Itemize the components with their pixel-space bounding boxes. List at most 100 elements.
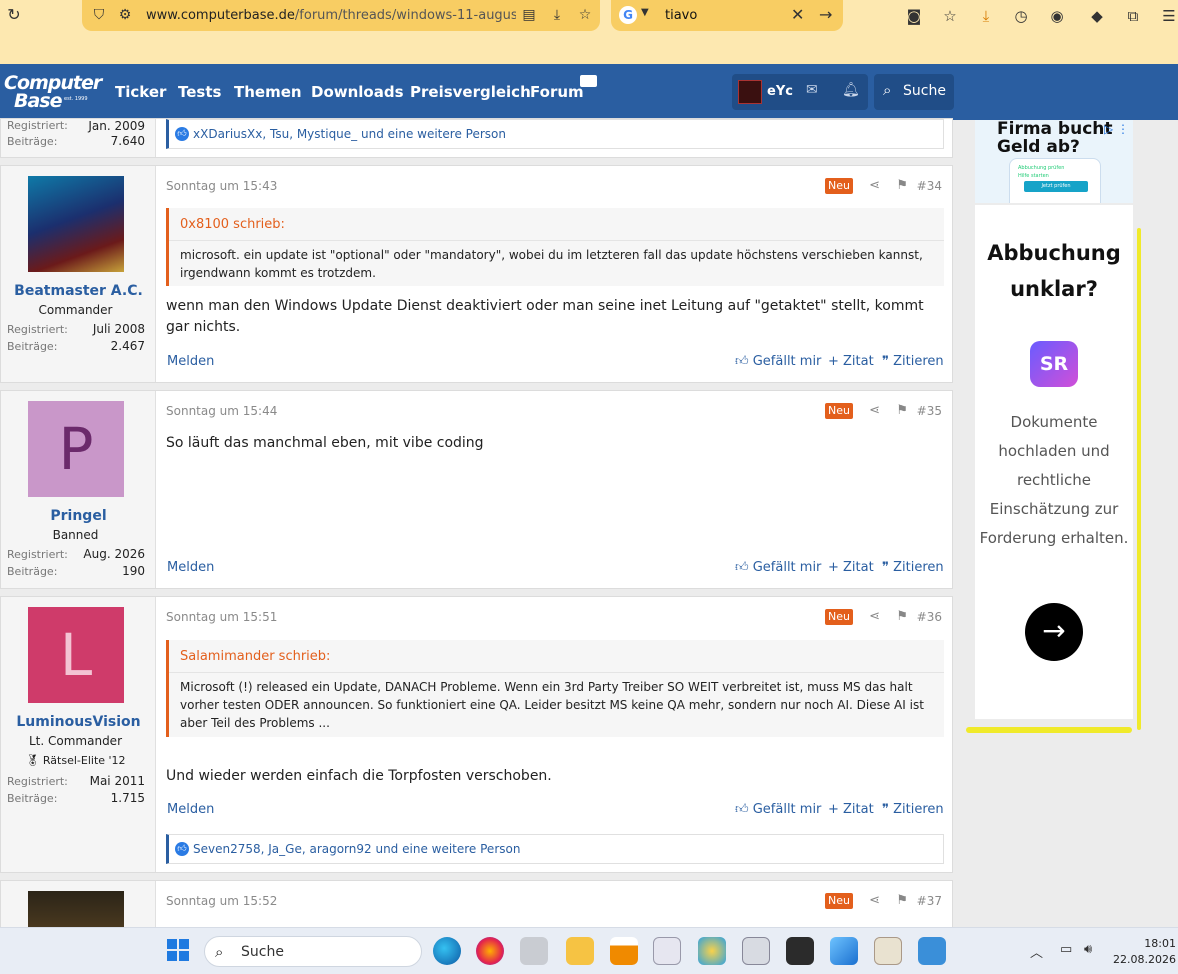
- paint-app-icon[interactable]: [653, 937, 681, 965]
- extensions-puzzle-icon[interactable]: ⧉: [1122, 5, 1144, 27]
- avatar[interactable]: L: [28, 607, 124, 703]
- reply-quote-button[interactable]: ❞ Zitieren: [882, 560, 944, 575]
- user-name[interactable]: eYc: [767, 84, 793, 99]
- nav-ticker[interactable]: Ticker: [115, 83, 166, 101]
- post-time[interactable]: Sonntag um 15:44: [166, 404, 277, 418]
- share-icon[interactable]: ⋖: [869, 893, 880, 908]
- url-bar[interactable]: ⛉ ⚙ www.computerbase.de/forum/threads/wi…: [82, 0, 600, 31]
- notes-app-icon[interactable]: [918, 937, 946, 965]
- quote-block: 0x8100 schrieb: microsoft. ein update is…: [166, 208, 944, 286]
- ad-options-icon[interactable]: ▷ ⋮: [1104, 122, 1129, 136]
- quote-plus-button[interactable]: + Zitat: [828, 354, 874, 369]
- user-menu[interactable]: eYc ✉ 🔔︎: [732, 74, 868, 110]
- shield-icon[interactable]: ⛉: [90, 6, 108, 24]
- system-clock[interactable]: 18:01 22.08.2026: [1112, 936, 1176, 968]
- post-time[interactable]: Sonntag um 15:43: [166, 179, 277, 193]
- go-arrow-icon[interactable]: →: [819, 5, 832, 24]
- notepad-app-icon[interactable]: [874, 937, 902, 965]
- search-bar[interactable]: G ▼ tiavo ✕ →: [611, 0, 843, 31]
- like-button[interactable]: 👍︎ Gefällt mir: [735, 560, 821, 575]
- quote-plus-button[interactable]: + Zitat: [828, 560, 874, 575]
- site-permissions-icon[interactable]: ⚙: [116, 6, 134, 24]
- report-link[interactable]: Melden: [167, 354, 214, 369]
- username[interactable]: Pringel: [1, 508, 156, 524]
- history-icon[interactable]: ◷: [1010, 5, 1032, 27]
- bookmark-icon[interactable]: ⚑: [896, 403, 908, 418]
- chevron-down-icon[interactable]: ▼: [641, 7, 649, 18]
- document-app-icon[interactable]: [742, 937, 770, 965]
- nav-forum[interactable]: Forum: [530, 83, 584, 101]
- taskbar-search[interactable]: ⌕ Suche: [204, 936, 422, 967]
- share-icon[interactable]: ⋖: [869, 178, 880, 193]
- screenshot-icon[interactable]: ◙: [903, 5, 925, 27]
- avatar[interactable]: [738, 80, 762, 104]
- nav-themen[interactable]: Themen: [234, 83, 302, 101]
- ad-banner[interactable]: Abbuchung unklar? SR Dokumente hochladen…: [975, 205, 1133, 719]
- site-search-button[interactable]: ⌕ Suche: [874, 74, 954, 110]
- account-icon[interactable]: ◉: [1046, 5, 1068, 27]
- report-link[interactable]: Melden: [167, 802, 214, 817]
- like-button[interactable]: 👍︎ Gefällt mir: [735, 354, 821, 369]
- nav-tests[interactable]: Tests: [178, 83, 221, 101]
- collections-icon[interactable]: ☆: [939, 5, 961, 27]
- reply-quote-button[interactable]: ❞ Zitieren: [882, 802, 944, 817]
- download-page-icon[interactable]: ⤓: [548, 6, 566, 24]
- quote-author[interactable]: Salamimander schrieb:: [180, 649, 330, 664]
- username[interactable]: LuminousVision: [1, 714, 156, 730]
- like-button[interactable]: 👍︎ Gefällt mir: [735, 802, 821, 817]
- arrow-right-icon[interactable]: →: [1025, 603, 1083, 661]
- post-number[interactable]: #36: [917, 610, 942, 624]
- computerbase-logo[interactable]: Computer Base est. 1999: [0, 70, 102, 114]
- bell-icon[interactable]: 🔔︎: [842, 82, 860, 98]
- post-time[interactable]: Sonntag um 15:51: [166, 610, 277, 624]
- color-app-icon[interactable]: [698, 937, 726, 965]
- chat-bubble-icon: [580, 75, 597, 87]
- inbox-icon[interactable]: ✉: [806, 82, 818, 98]
- reactions-bar[interactable]: 👍︎ xXDariusXx, Tsu, Mystique_ und eine w…: [166, 119, 944, 149]
- firefox-icon[interactable]: [476, 937, 504, 965]
- user-info: L LuminousVision Lt. Commander 🏅︎ Rätsel…: [1, 597, 156, 872]
- vlc-icon[interactable]: [610, 937, 638, 965]
- volume-icon[interactable]: 🔊︎: [1084, 942, 1092, 957]
- reload-icon[interactable]: ↻: [4, 5, 24, 25]
- bookmark-icon[interactable]: ⚑: [896, 893, 908, 908]
- site-header: Computer Base est. 1999 Ticker Tests The…: [0, 64, 1178, 120]
- reply-quote-button[interactable]: ❞ Zitieren: [882, 354, 944, 369]
- bookmark-icon[interactable]: ⚑: [896, 178, 908, 193]
- report-link[interactable]: Melden: [167, 560, 214, 575]
- chevron-up-icon[interactable]: ︿: [1030, 942, 1043, 961]
- windows-start-icon[interactable]: [167, 939, 189, 961]
- downloads-icon[interactable]: ⤓: [975, 5, 997, 27]
- quote-plus-button[interactable]: + Zitat: [828, 802, 874, 817]
- post-number[interactable]: #35: [917, 404, 942, 418]
- nav-downloads[interactable]: Downloads: [311, 83, 404, 101]
- username[interactable]: Beatmaster A.C.: [1, 283, 156, 299]
- network-icon[interactable]: ▭: [1060, 942, 1072, 957]
- file-explorer-icon[interactable]: [566, 937, 594, 965]
- url-text[interactable]: www.computerbase.de/forum/threads/window…: [146, 8, 516, 23]
- share-icon[interactable]: ⋖: [869, 609, 880, 624]
- ad-banner-top[interactable]: Firma bucht Geld ab? ▷ ⋮ Abbuchung prüfe…: [975, 120, 1133, 203]
- extension-app-icon[interactable]: ◆: [1086, 5, 1108, 27]
- bookmark-icon[interactable]: ⚑: [896, 609, 908, 624]
- thumbs-up-icon: 👍︎: [175, 842, 189, 856]
- mediaview-icon[interactable]: [786, 937, 814, 965]
- nav-preisvergleich[interactable]: Preisvergleich: [410, 83, 531, 101]
- reactions-bar[interactable]: 👍︎ Seven2758, Ja_Ge, aragorn92 und eine …: [166, 834, 944, 864]
- menu-icon[interactable]: ☰: [1158, 5, 1178, 27]
- speaker-app-icon[interactable]: [520, 937, 548, 965]
- bookmark-star-icon[interactable]: ☆: [576, 6, 594, 24]
- clear-search-icon[interactable]: ✕: [791, 5, 804, 24]
- avatar[interactable]: [28, 176, 124, 272]
- avatar[interactable]: P: [28, 401, 124, 497]
- post-time[interactable]: Sonntag um 15:52: [166, 894, 277, 908]
- search-query[interactable]: tiavo: [665, 8, 697, 23]
- quote-author[interactable]: 0x8100 schrieb:: [180, 217, 285, 232]
- share-icon[interactable]: ⋖: [869, 403, 880, 418]
- reader-view-icon[interactable]: ▤: [520, 6, 538, 24]
- post-number[interactable]: #34: [917, 179, 942, 193]
- edge-icon[interactable]: [433, 937, 461, 965]
- post-number[interactable]: #37: [917, 894, 942, 908]
- photos-icon[interactable]: [830, 937, 858, 965]
- thumbs-up-icon: 👍︎: [175, 127, 189, 141]
